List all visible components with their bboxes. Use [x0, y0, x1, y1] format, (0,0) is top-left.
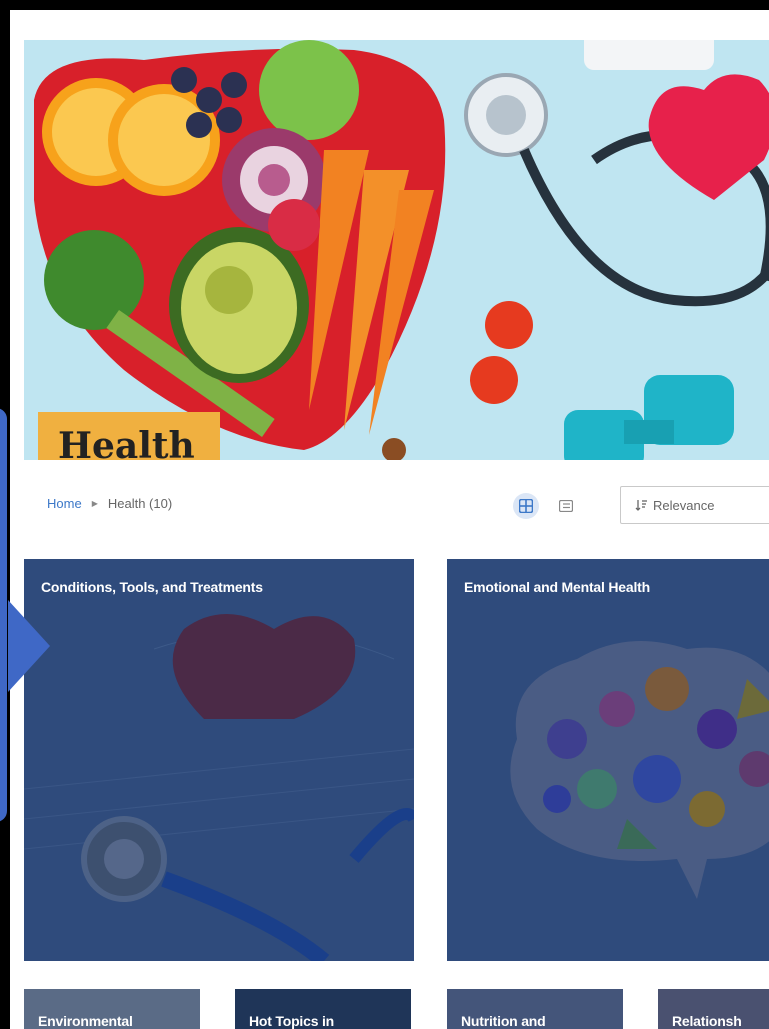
card-title: Hot Topics in	[249, 1013, 335, 1029]
sort-dropdown[interactable]: Relevance	[620, 486, 769, 524]
category-card-environmental[interactable]: Environmental	[24, 989, 200, 1029]
list-icon	[559, 500, 573, 512]
card-image-colorful-brain	[447, 559, 769, 961]
breadcrumb: Home ▶ Health (10)	[47, 496, 172, 511]
card-title: Nutrition and	[461, 1013, 546, 1029]
card-title: Emotional and Mental Health	[464, 579, 650, 595]
card-title: Environmental	[38, 1013, 133, 1029]
category-card-nutrition[interactable]: Nutrition and	[447, 989, 623, 1029]
hero-image	[24, 40, 769, 460]
list-view-button[interactable]	[553, 493, 579, 519]
grid-icon	[519, 499, 533, 513]
grid-view-button[interactable]	[513, 493, 539, 519]
sort-label: Relevance	[653, 497, 715, 513]
card-title: Relationsh	[672, 1013, 742, 1029]
callout-arrow-icon	[8, 600, 50, 692]
category-card-hot-topics[interactable]: Hot Topics in	[235, 989, 411, 1029]
card-title: Conditions, Tools, and Treatments	[41, 579, 263, 595]
page: Health Home ▶ Health (10) Relevance Cond…	[10, 10, 769, 1029]
breadcrumb-current: Health (10)	[107, 496, 173, 511]
sort-icon	[635, 500, 647, 511]
hero-banner: Health	[24, 40, 769, 460]
hero-title: Health	[38, 412, 220, 460]
chevron-right-icon: ▶	[91, 499, 98, 508]
category-card-conditions[interactable]: Conditions, Tools, and Treatments	[24, 559, 414, 961]
card-image-heart-stethoscope	[24, 559, 414, 961]
category-card-emotional-mental-health[interactable]: Emotional and Mental Health	[447, 559, 769, 961]
category-card-relationships[interactable]: Relationsh	[658, 989, 769, 1029]
breadcrumb-home-link[interactable]: Home	[47, 496, 82, 511]
